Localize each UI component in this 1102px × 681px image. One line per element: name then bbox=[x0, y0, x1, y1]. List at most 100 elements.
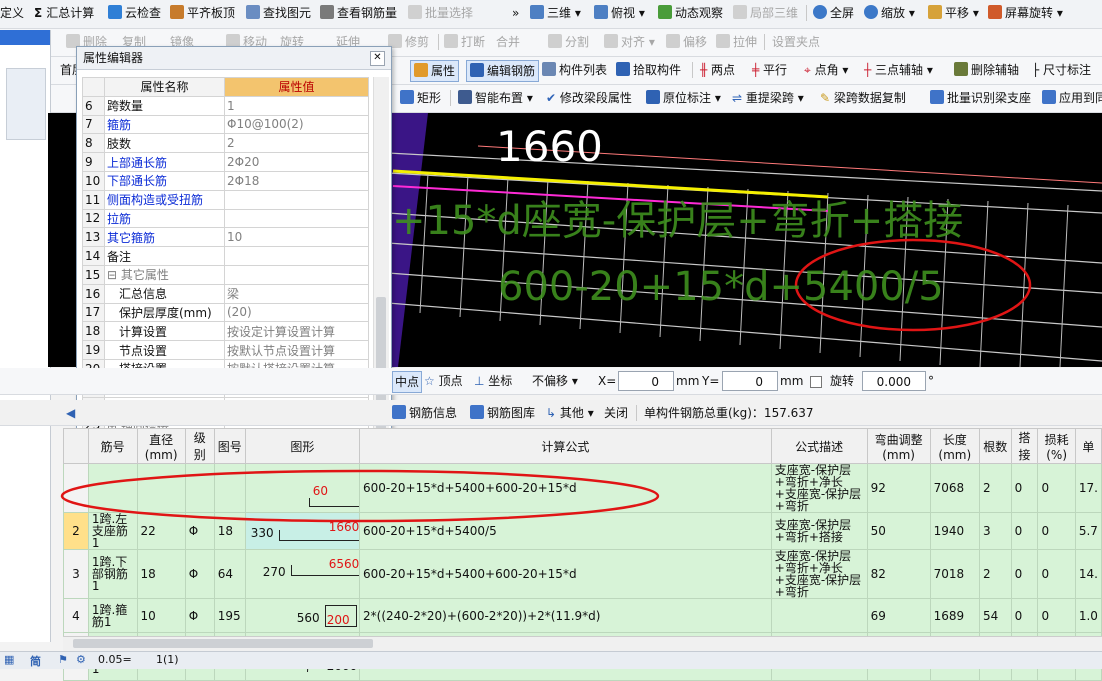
unit-weight-cell[interactable]: 1.0 bbox=[1074, 598, 1102, 633]
property-row[interactable]: 9 上部通长筋 2Φ20 bbox=[82, 152, 369, 172]
grid-header-cell[interactable]: 计算公式 bbox=[359, 428, 772, 464]
property-value[interactable] bbox=[224, 189, 369, 210]
module-navigator[interactable] bbox=[0, 30, 51, 642]
grid-header-cell[interactable]: 根数 bbox=[978, 428, 1012, 464]
length-cell[interactable]: 7068 bbox=[929, 463, 980, 513]
menu-orbit[interactable]: 动态观察 bbox=[658, 3, 723, 23]
property-value[interactable]: 10 bbox=[224, 227, 369, 248]
property-row[interactable]: 17 保护层厚度(mm) (20) bbox=[82, 302, 369, 323]
break-button[interactable]: 打断 bbox=[444, 32, 485, 52]
property-editor-titlebar[interactable]: 属性编辑器 ✕ bbox=[77, 47, 391, 70]
settings-gear-icon[interactable]: ⚙ bbox=[76, 653, 86, 666]
snap-coordinate-button[interactable]: ⊥ 坐标 bbox=[474, 371, 512, 391]
property-row[interactable]: 15 ⊟ 其它属性 bbox=[82, 264, 369, 285]
menu-define[interactable]: 定义 bbox=[0, 3, 24, 23]
length-cell[interactable]: 7018 bbox=[929, 549, 980, 599]
property-row[interactable]: 18 计算设置 按设定计算设置计算 bbox=[82, 321, 369, 342]
rectangle-button[interactable]: 矩形 bbox=[400, 88, 441, 108]
bar-name-cell[interactable]: 1跨.箍筋1 bbox=[87, 598, 138, 633]
lap-cell[interactable]: 0 bbox=[1010, 463, 1039, 513]
grid-header-cell[interactable]: 损耗(%) bbox=[1037, 428, 1076, 464]
rotate-checkbox[interactable] bbox=[810, 376, 822, 388]
diameter-cell[interactable]: 10 bbox=[136, 598, 186, 633]
bend-adjust-cell[interactable]: 82 bbox=[866, 549, 931, 599]
parallel-button[interactable]: ╪ 平行 bbox=[752, 60, 787, 80]
lap-cell[interactable]: 0 bbox=[1010, 512, 1039, 550]
other-menu-button[interactable]: ↳ 其他 ▾ bbox=[546, 403, 594, 423]
lap-cell[interactable]: 0 bbox=[1010, 598, 1039, 633]
property-row[interactable]: 7 箍筋 Φ10@100(2) bbox=[82, 114, 369, 135]
menu-batch-select[interactable]: 批量选择 bbox=[408, 3, 473, 23]
menu-local-3d[interactable]: 局部三维 bbox=[733, 3, 798, 23]
property-row[interactable]: 11 侧面构造或受扭筋 bbox=[82, 189, 369, 210]
loss-cell[interactable]: 0 bbox=[1037, 549, 1076, 599]
menu-3d[interactable]: 三维 ▾ bbox=[530, 3, 581, 23]
batch-identify-support-button[interactable]: 批量识别梁支座 bbox=[930, 88, 1031, 108]
status-simple[interactable]: 简 bbox=[30, 653, 41, 669]
two-point-button[interactable]: ╫ 两点 bbox=[700, 60, 735, 80]
menu-pan[interactable]: 平移 ▾ bbox=[928, 3, 979, 23]
description-cell[interactable]: 支座宽-保护层+弯折+净长+支座宽-保护层+弯折 bbox=[770, 463, 868, 513]
property-value[interactable]: 2Φ18 bbox=[224, 170, 369, 191]
property-value[interactable]: 2Φ20 bbox=[224, 152, 369, 172]
count-cell[interactable]: 2 bbox=[978, 549, 1012, 599]
grid-header-cell[interactable]: 级别 bbox=[184, 428, 215, 464]
modify-span-button[interactable]: ✔ 修改梁段属性 bbox=[546, 88, 632, 108]
rotate-angle-input[interactable]: 0.000 bbox=[862, 371, 926, 391]
grid-scroll-thumb[interactable] bbox=[73, 639, 373, 648]
smart-layout-button[interactable]: 智能布置 ▾ bbox=[458, 88, 533, 108]
merge-button[interactable]: 合并 bbox=[496, 32, 520, 52]
unit-weight-cell[interactable]: 17. bbox=[1074, 463, 1102, 513]
menu-summary-calc[interactable]: Σ 汇总计算 bbox=[34, 3, 94, 23]
property-value[interactable]: 1 bbox=[224, 95, 369, 116]
count-cell[interactable]: 54 bbox=[978, 598, 1012, 633]
loss-cell[interactable]: 0 bbox=[1037, 463, 1076, 513]
bend-adjust-cell[interactable]: 50 bbox=[866, 512, 931, 550]
figure-number-cell[interactable]: 64 bbox=[213, 549, 246, 599]
grid-header-cell[interactable]: 弯曲调整(mm) bbox=[866, 428, 931, 464]
three-point-axis-button[interactable]: ┼ 三点辅轴 ▾ bbox=[864, 60, 933, 80]
component-list-button[interactable]: 构件列表 bbox=[542, 60, 607, 80]
formula-cell[interactable]: 600-20+15*d+5400+600-20+15*d bbox=[359, 549, 772, 599]
grid-header-cell[interactable]: 搭接 bbox=[1010, 428, 1039, 464]
grid-header-cell[interactable]: 图形 bbox=[244, 428, 361, 464]
figure-number-cell[interactable]: 195 bbox=[213, 598, 246, 633]
description-cell[interactable] bbox=[770, 598, 868, 633]
dimension-button[interactable]: ├ 尺寸标注 bbox=[1032, 60, 1091, 80]
pick-component-button[interactable]: 拾取构件 bbox=[616, 60, 681, 80]
bar-name-cell[interactable]: 1跨.下部钢筋1 bbox=[87, 549, 138, 599]
length-cell[interactable]: 1940 bbox=[929, 512, 980, 550]
menu-fullscreen[interactable]: 全屏 bbox=[813, 3, 854, 23]
unit-weight-cell[interactable]: 14. bbox=[1074, 549, 1102, 599]
nav-first-icon[interactable]: ◀ bbox=[66, 403, 75, 423]
property-row[interactable]: 6 跨数量 1 bbox=[82, 95, 369, 116]
property-value[interactable]: 2 bbox=[224, 133, 369, 154]
grid-header-cell[interactable]: 图号 bbox=[213, 428, 246, 464]
loss-cell[interactable]: 0 bbox=[1037, 598, 1076, 633]
apply-to-same-button[interactable]: 应用到同 bbox=[1042, 88, 1102, 108]
offset-button[interactable]: 偏移 bbox=[666, 32, 707, 52]
lap-cell[interactable]: 0 bbox=[1010, 549, 1039, 599]
property-row[interactable]: 16 汇总信息梁 bbox=[82, 283, 369, 304]
trim-button[interactable]: 修剪 bbox=[388, 32, 429, 52]
grid-header-cell[interactable]: 筋号 bbox=[87, 428, 138, 464]
grade-cell[interactable]: Φ bbox=[184, 549, 215, 599]
in-situ-label-button[interactable]: 原位标注 ▾ bbox=[646, 88, 721, 108]
property-value[interactable]: 按默认节点设置计算 bbox=[224, 340, 369, 360]
y-coordinate-input[interactable]: 0 bbox=[722, 371, 778, 391]
split-button[interactable]: 分割 bbox=[548, 32, 589, 52]
property-row[interactable]: 14 备注 bbox=[82, 246, 369, 266]
property-value[interactable]: 按设定计算设置计算 bbox=[224, 321, 369, 342]
table-row[interactable]: 4 1跨.箍筋1 10 Φ 195 560 200 2*((240-2*20)+(600-2*… bbox=[63, 598, 1102, 633]
stretch-button[interactable]: 拉伸 bbox=[716, 32, 757, 52]
property-value[interactable]: Φ10@100(2) bbox=[224, 114, 369, 135]
overflow-chevron-icon[interactable]: » bbox=[512, 3, 519, 23]
description-cell[interactable]: 支座宽-保护层+弯折+净长+支座宽-保护层+弯折 bbox=[770, 549, 868, 599]
grade-cell[interactable]: Φ bbox=[184, 598, 215, 633]
steel-info-button[interactable]: 钢筋信息 bbox=[392, 403, 457, 423]
menu-top-view[interactable]: 俯视 ▾ bbox=[594, 3, 645, 23]
snap-vertex-button[interactable]: ☆ 顶点 bbox=[424, 371, 463, 391]
table-row[interactable]: 31跨.下部钢筋118Φ642706560270600-20+15*d+5400… bbox=[63, 549, 1102, 599]
unit-weight-cell[interactable]: 5.7 bbox=[1074, 512, 1102, 550]
menu-find-element[interactable]: 查找图元 bbox=[246, 3, 311, 23]
